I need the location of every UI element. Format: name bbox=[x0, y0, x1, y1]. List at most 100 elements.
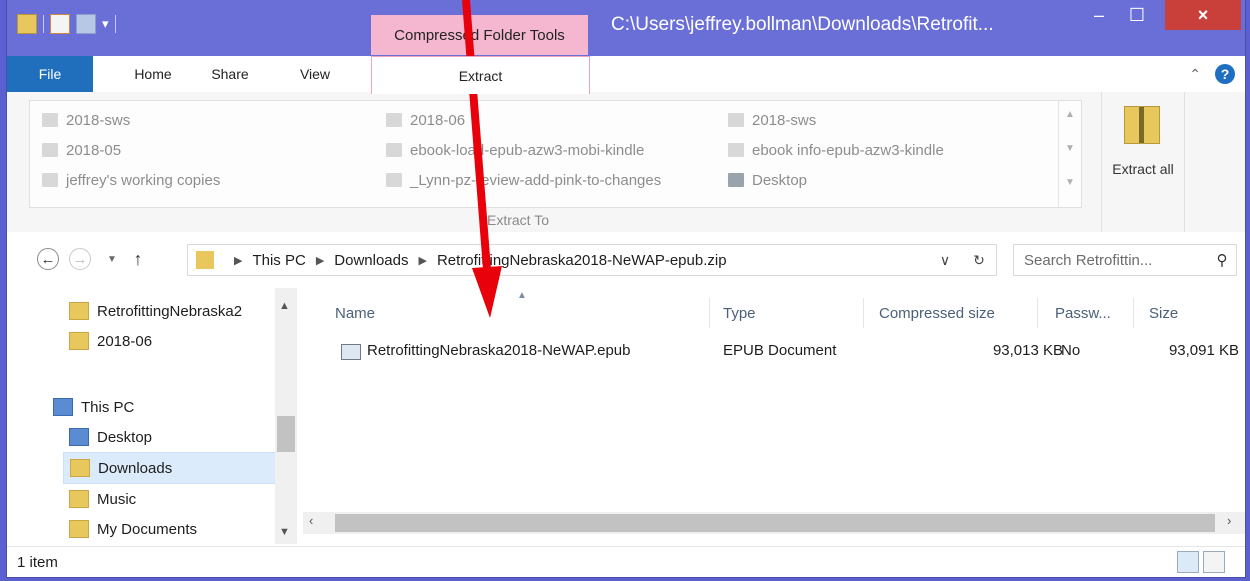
scroll-down-icon[interactable]: ▼ bbox=[1065, 143, 1075, 154]
tab-share[interactable]: Share bbox=[197, 56, 263, 92]
breadcrumb-separator-icon[interactable]: ▶ bbox=[316, 254, 324, 267]
nav-item-my-documents[interactable]: My Documents bbox=[69, 514, 197, 544]
search-placeholder: Search Retrofittin... bbox=[1024, 251, 1153, 269]
file-list: ▲ Name Type Compressed size Passw... Siz… bbox=[303, 288, 1245, 544]
extract-to-item[interactable]: jeffrey's working copies bbox=[42, 169, 220, 191]
folder-icon bbox=[42, 143, 58, 157]
extract-to-item[interactable]: 2018-sws bbox=[728, 109, 816, 131]
details-view-icon[interactable] bbox=[1177, 551, 1199, 573]
scroll-left-icon[interactable]: ‹ bbox=[309, 513, 313, 528]
tab-view[interactable]: View bbox=[283, 56, 347, 92]
divider bbox=[114, 15, 116, 33]
nav-item-desktop[interactable]: Desktop bbox=[69, 422, 152, 452]
explorer-window: ▾ Compressed Folder Tools C:\Users\jeffr… bbox=[6, 0, 1246, 578]
nav-item-music[interactable]: Music bbox=[69, 484, 136, 514]
address-bar[interactable]: ▶ This PC ▶ Downloads ▶ RetrofittingNebr… bbox=[187, 244, 997, 276]
folder-icon bbox=[386, 173, 402, 187]
extract-all-label: Extract all bbox=[1112, 161, 1174, 177]
scroll-thumb[interactable] bbox=[277, 416, 295, 452]
extract-to-item-label: 2018-06 bbox=[410, 111, 466, 129]
address-dropdown-icon[interactable]: ∨ bbox=[928, 252, 962, 269]
tab-extract[interactable]: Extract bbox=[371, 56, 590, 94]
scroll-down-icon[interactable]: ▼ bbox=[279, 526, 290, 538]
nav-item-this-pc[interactable]: This PC bbox=[53, 392, 134, 422]
extract-to-gallery: 2018-sws 2018-05 jeffrey's working copie… bbox=[29, 100, 1082, 208]
scroll-up-icon[interactable]: ▲ bbox=[279, 300, 290, 312]
desktop-icon bbox=[69, 428, 89, 446]
breadcrumb-this-pc[interactable]: This PC bbox=[252, 252, 305, 269]
folder-icon bbox=[69, 332, 89, 350]
extract-to-item[interactable]: 2018-sws bbox=[42, 109, 130, 131]
desktop-icon bbox=[728, 173, 744, 187]
extract-all-button[interactable]: Extract all bbox=[1101, 92, 1185, 232]
zip-folder-icon bbox=[196, 251, 214, 269]
extract-to-item-label: jeffrey's working copies bbox=[66, 171, 221, 189]
nav-item-label: This PC bbox=[81, 398, 135, 416]
extract-to-item[interactable]: ebook info-epub-azw3-kindle bbox=[728, 139, 944, 161]
back-button[interactable]: ← bbox=[37, 248, 59, 270]
properties-icon[interactable] bbox=[50, 14, 70, 34]
column-header-password[interactable]: Passw... bbox=[1055, 298, 1134, 328]
divider bbox=[43, 15, 44, 33]
new-folder-icon[interactable] bbox=[76, 14, 96, 34]
nav-scrollbar[interactable]: ▲ ▼ bbox=[275, 288, 297, 544]
breadcrumb-separator-icon[interactable]: ▶ bbox=[234, 254, 242, 267]
extract-to-item[interactable]: 2018-06 bbox=[386, 109, 465, 131]
ribbon-controls: ⌃ ? bbox=[1189, 64, 1235, 84]
collapse-ribbon-icon[interactable]: ⌃ bbox=[1189, 66, 1201, 83]
folder-icon[interactable] bbox=[17, 14, 37, 34]
folder-icon bbox=[69, 302, 89, 320]
address-controls: ∨ ↻ bbox=[928, 245, 996, 275]
help-icon[interactable]: ? bbox=[1215, 64, 1235, 84]
table-row[interactable]: RetrofittingNebraska2018-NeWAP.epub EPUB… bbox=[335, 336, 1245, 364]
breadcrumb-separator-icon[interactable]: ▶ bbox=[419, 254, 427, 267]
column-header-type[interactable]: Type bbox=[723, 298, 864, 328]
extract-to-item[interactable]: 2018-05 bbox=[42, 139, 121, 161]
file-size: 93,091 KB bbox=[1168, 342, 1239, 359]
scroll-right-icon[interactable]: › bbox=[1227, 513, 1231, 528]
column-header-compressed-size[interactable]: Compressed size bbox=[879, 298, 1038, 328]
folder-icon bbox=[386, 113, 402, 127]
nav-item-retrofitting[interactable]: RetrofittingNebraska2 bbox=[69, 296, 242, 326]
folder-icon bbox=[728, 143, 744, 157]
scroll-up-icon[interactable]: ▲ bbox=[1065, 109, 1075, 120]
refresh-icon[interactable]: ↻ bbox=[962, 252, 996, 269]
extract-to-item-label: _Lynn-pz-review-add-pink-to-changes bbox=[410, 171, 662, 189]
large-icons-view-icon[interactable] bbox=[1203, 551, 1225, 573]
scroll-thumb[interactable] bbox=[335, 514, 1215, 532]
nav-item-2018-06[interactable]: 2018-06 bbox=[69, 326, 152, 356]
tab-home[interactable]: Home bbox=[117, 56, 189, 92]
nav-item-label: Downloads bbox=[98, 459, 173, 477]
file-password: No bbox=[1061, 342, 1081, 359]
column-header-size[interactable]: Size bbox=[1149, 298, 1209, 328]
nav-item-label: Music bbox=[97, 490, 137, 508]
column-header-name[interactable]: Name bbox=[335, 298, 710, 328]
search-box[interactable]: Search Retrofittin... ⚲ bbox=[1013, 244, 1237, 276]
gallery-more-icon[interactable]: ▼ bbox=[1065, 177, 1075, 188]
nav-item-label: My Documents bbox=[97, 520, 198, 538]
ribbon-tabs: File Home Share View Extract ⌃ ? bbox=[7, 56, 1245, 94]
breadcrumb-downloads[interactable]: Downloads bbox=[334, 252, 408, 269]
zip-folder-icon bbox=[1124, 106, 1160, 144]
music-icon bbox=[69, 490, 89, 508]
horizontal-scrollbar[interactable]: ‹ › bbox=[303, 512, 1245, 534]
qat-dropdown-icon[interactable]: ▾ bbox=[102, 16, 109, 32]
extract-to-item[interactable]: Desktop bbox=[728, 169, 807, 191]
nav-item-downloads[interactable]: Downloads bbox=[63, 452, 279, 484]
breadcrumb-zip[interactable]: RetrofittingNebraska2018-NeWAP-epub.zip bbox=[437, 252, 727, 269]
nav-item-label: 2018-06 bbox=[97, 332, 153, 350]
gallery-scroll[interactable]: ▲ ▼ ▼ bbox=[1058, 101, 1081, 207]
address-row: ← → ▼ ↑ ▶ This PC ▶ Downloads ▶ Retrofit… bbox=[7, 232, 1245, 288]
folder-icon bbox=[728, 113, 744, 127]
minimize-button[interactable]: – bbox=[1081, 0, 1117, 30]
up-button[interactable]: ↑ bbox=[125, 246, 151, 272]
forward-button[interactable]: → bbox=[69, 248, 91, 270]
extract-to-item[interactable]: ebook-load-epub-azw3-mobi-kindle bbox=[386, 139, 644, 161]
search-icon[interactable]: ⚲ bbox=[1208, 251, 1236, 269]
tab-file[interactable]: File bbox=[7, 56, 93, 92]
recent-locations-icon[interactable]: ▼ bbox=[99, 246, 125, 272]
extract-to-item[interactable]: _Lynn-pz-review-add-pink-to-changes bbox=[386, 169, 661, 191]
close-button[interactable]: × bbox=[1165, 0, 1241, 30]
maximize-button[interactable]: ☐ bbox=[1119, 0, 1155, 30]
item-count: 1 item bbox=[17, 554, 58, 571]
